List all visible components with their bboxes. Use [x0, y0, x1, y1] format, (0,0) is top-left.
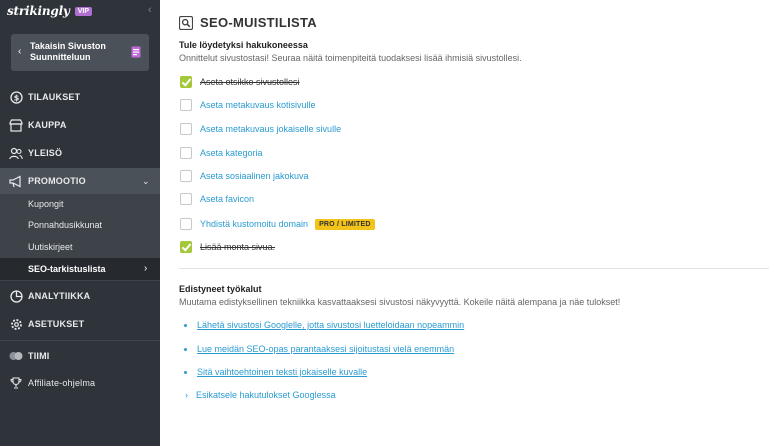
checklist-item[interactable]: Aseta metakuvaus jokaiselle sivulle	[180, 122, 341, 136]
nav-analytics[interactable]: ANALYTIIKKA	[0, 283, 160, 309]
chevron-right-icon: ›	[185, 390, 188, 400]
nav-settings[interactable]: ASETUKSET	[0, 311, 160, 337]
list-item: Lähetä sivustosi Googlelle, jotta sivust…	[184, 320, 464, 330]
seo-search-icon	[179, 16, 193, 30]
nav-label: PROMOOTIO	[28, 176, 86, 186]
alt-text-link[interactable]: Sitä vaihtoehtoinen teksti jokaiselle ku…	[197, 367, 367, 377]
chevron-right-icon: ›	[144, 263, 148, 274]
nav-store[interactable]: KAUPPA	[0, 112, 160, 138]
checklist-link[interactable]: Aseta kategoria	[200, 148, 263, 158]
checklist-item[interactable]: Lisää monta sivua.	[180, 240, 275, 254]
back-to-editor-button[interactable]: ‹ Takaisin Sivuston Suunnitteluun	[11, 34, 149, 71]
nav-affiliate[interactable]: Affiliate-ohjelma	[0, 370, 160, 396]
nav-promotion[interactable]: PROMOOTIO ⌄	[0, 168, 160, 194]
page-title: SEO-MUISTILISTA	[200, 15, 317, 30]
page-icon	[131, 46, 141, 58]
checkbox[interactable]	[180, 193, 192, 205]
checklist-link[interactable]: Yhdistä kustomoitu domain	[200, 219, 308, 229]
checklist-item[interactable]: Yhdistä kustomoitu domain PRO / LIMITED	[180, 217, 375, 231]
checklist-link[interactable]: Aseta sosiaalinen jakokuva	[200, 171, 309, 181]
nav-audience[interactable]: YLEISÖ	[0, 140, 160, 166]
checklist-item[interactable]: Aseta otsikko sivustollesi	[180, 75, 300, 89]
bullet-icon	[184, 323, 187, 327]
nav-label: KAUPPA	[28, 120, 67, 130]
checkbox-checked[interactable]	[180, 76, 192, 88]
checklist-item[interactable]: Aseta favicon	[180, 192, 254, 206]
seo-guide-link[interactable]: Lue meidän SEO-opas parantaaksesi sijoit…	[197, 344, 454, 354]
section-subtitle: Onnittelut sivustostasi! Seuraa näitä to…	[179, 53, 522, 63]
checklist-link[interactable]: Aseta favicon	[200, 194, 254, 204]
svg-text:$: $	[13, 93, 19, 102]
collapse-sidebar-icon[interactable]: ‹	[148, 4, 152, 16]
section-heading: Tule löydetyksi hakukoneessa	[179, 40, 308, 50]
brand[interactable]: strikingly VIP	[7, 3, 92, 19]
checklist-item[interactable]: Aseta kategoria	[180, 146, 263, 160]
section-heading: Edistyneet työkalut	[179, 284, 262, 294]
nav-label: YLEISÖ	[28, 148, 63, 158]
checkbox[interactable]	[180, 147, 192, 159]
checklist-item[interactable]: Aseta metakuvaus kotisivulle	[180, 98, 316, 112]
dollar-icon: $	[9, 90, 23, 104]
checklist-link[interactable]: Aseta metakuvaus kotisivulle	[200, 100, 316, 110]
megaphone-icon	[9, 174, 23, 188]
sub-item-popups[interactable]: Ponnahdusikkunat	[28, 220, 102, 230]
preview-google-results[interactable]: › Esikatsele hakutulokset Googlessa	[185, 390, 336, 400]
section-divider	[179, 268, 769, 269]
store-icon	[9, 118, 23, 132]
vip-badge: VIP	[74, 6, 92, 16]
section-subtitle: Muutama edistyksellinen tekniikka kasvat…	[179, 297, 621, 307]
chevron-down-icon: ⌄	[142, 176, 150, 186]
checklist-label: Aseta otsikko sivustollesi	[200, 77, 300, 87]
nav-label: ASETUKSET	[28, 319, 85, 329]
sub-item-coupons[interactable]: Kupongit	[28, 199, 64, 209]
nav-team[interactable]: TIIMI	[0, 343, 160, 369]
pro-limited-badge: PRO / LIMITED	[315, 218, 375, 230]
checkbox[interactable]	[180, 170, 192, 182]
audience-icon	[9, 146, 23, 160]
checklist-label: Lisää monta sivua.	[200, 242, 276, 252]
checkbox[interactable]	[180, 218, 192, 230]
team-icon	[9, 349, 23, 363]
chevron-left-icon: ‹	[18, 46, 22, 57]
nav-label: TIIMI	[28, 351, 50, 361]
list-item: Lue meidän SEO-opas parantaaksesi sijoit…	[184, 344, 454, 354]
sidebar: strikingly VIP ‹ ‹ Takaisin Sivuston Suu…	[0, 0, 160, 446]
sub-item-seo-checklist[interactable]: SEO-tarkistuslista ›	[0, 258, 160, 280]
main-content: SEO-MUISTILISTA Tule löydetyksi hakukone…	[160, 0, 769, 446]
nav-label: TILAUKSET	[28, 92, 81, 102]
list-item: Sitä vaihtoehtoinen teksti jokaiselle ku…	[184, 367, 367, 377]
submit-to-google-link[interactable]: Lähetä sivustosi Googlelle, jotta sivust…	[197, 320, 464, 330]
bullet-icon	[184, 370, 187, 374]
checkbox-checked[interactable]	[180, 241, 192, 253]
checkbox[interactable]	[180, 123, 192, 135]
checklist-item[interactable]: Aseta sosiaalinen jakokuva	[180, 169, 309, 183]
nav-label: ANALYTIIKKA	[28, 291, 91, 301]
trophy-icon	[9, 376, 23, 390]
bullet-icon	[184, 347, 187, 351]
checkbox[interactable]	[180, 99, 192, 111]
gear-icon	[9, 317, 23, 331]
sub-item-newsletters[interactable]: Uutiskirjeet	[28, 242, 73, 252]
checklist-link[interactable]: Aseta metakuvaus jokaiselle sivulle	[200, 124, 341, 134]
sidebar-divider	[0, 340, 160, 341]
brand-logo: strikingly	[7, 4, 70, 18]
sub-item-label: SEO-tarkistuslista	[28, 264, 106, 274]
preview-google-link[interactable]: Esikatsele hakutulokset Googlessa	[196, 390, 336, 400]
back-button-label: Takaisin Sivuston Suunnitteluun	[30, 41, 106, 62]
nav-label: Affiliate-ohjelma	[28, 378, 96, 388]
analytics-icon	[9, 289, 23, 303]
nav-orders[interactable]: $ TILAUKSET	[0, 84, 160, 110]
